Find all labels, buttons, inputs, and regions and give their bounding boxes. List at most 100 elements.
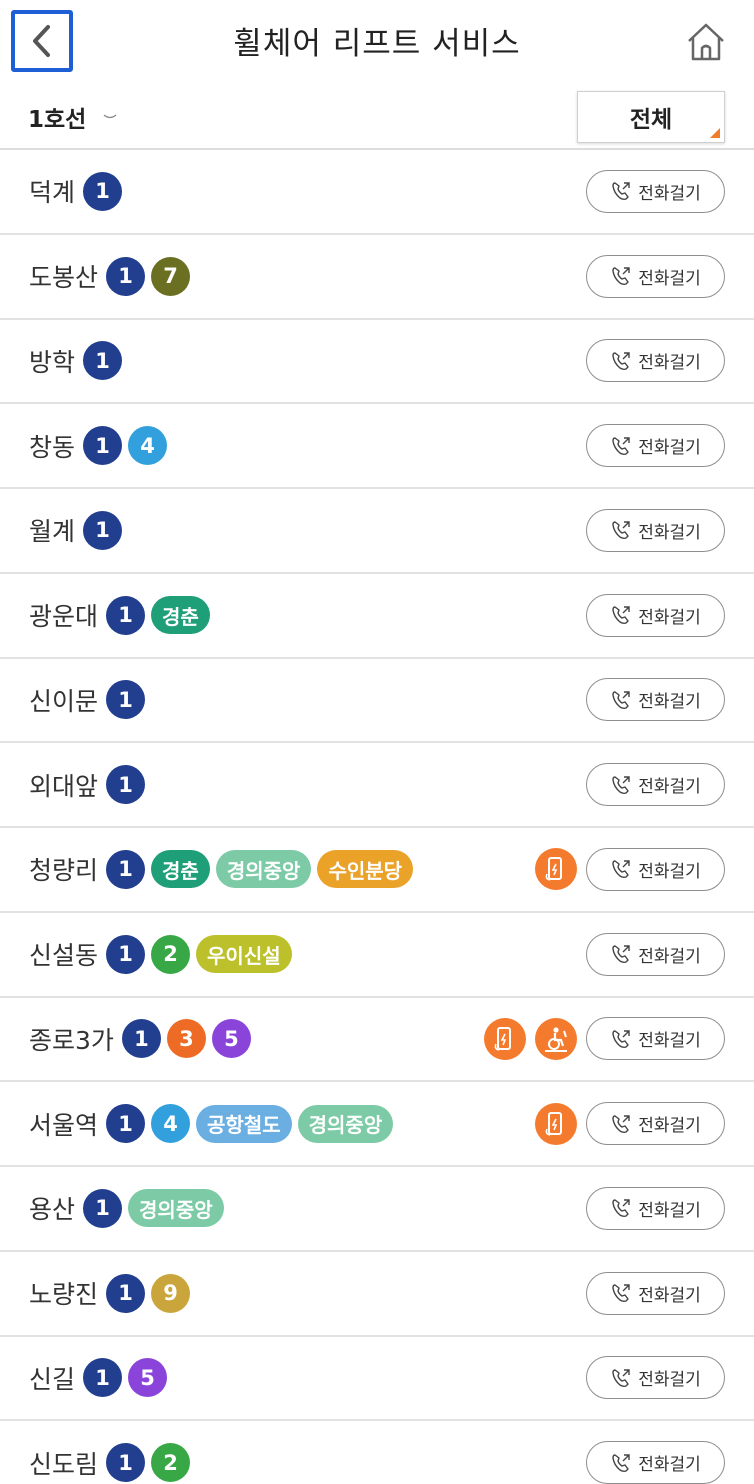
phone-icon — [612, 1199, 630, 1218]
call-button-label: 전화걸기 — [638, 692, 701, 713]
phone-icon — [612, 691, 630, 709]
station-row: 창동 1 4 전화걸기 — [0, 404, 754, 489]
phone-charger-icon — [545, 857, 562, 882]
call-button-label: 전화걸기 — [638, 1200, 701, 1221]
station-name: 신길 — [29, 1364, 76, 1394]
call-button[interactable]: 전화걸기 — [586, 424, 725, 468]
scope-select-dropdown[interactable]: 전체 — [577, 91, 725, 143]
chevron-down-icon — [103, 114, 117, 119]
home-button[interactable] — [684, 20, 728, 64]
line-badge: 1 — [106, 1104, 146, 1144]
call-button-label: 전화걸기 — [638, 1455, 701, 1476]
call-button[interactable]: 전화걸기 — [586, 763, 725, 807]
dropdown-corner-icon — [710, 128, 720, 138]
station-row: 방학 1 전화걸기 — [0, 320, 754, 405]
phone-charger-icon — [494, 1026, 511, 1051]
line-badge: 1 — [106, 934, 146, 974]
station-name: 신도림 — [29, 1449, 99, 1479]
station-actions: 전화걸기 — [535, 828, 725, 911]
call-button[interactable]: 전화걸기 — [586, 932, 725, 976]
call-button[interactable]: 전화걸기 — [586, 847, 725, 891]
line-badge: 1 — [106, 765, 146, 805]
station-row: 서울역 1 4 공항철도 경의중앙 전화걸기 — [0, 1082, 754, 1167]
phone-icon — [612, 352, 630, 370]
station-name: 방학 — [29, 347, 76, 377]
phone-icon — [612, 945, 630, 964]
line-badge: 1 — [106, 849, 146, 889]
page-title: 휠체어 리프트 서비스 — [233, 26, 521, 62]
station-name: 월계 — [29, 517, 76, 547]
station-actions: 전화걸기 — [586, 150, 725, 233]
station-row: 노량진 1 9 전화걸기 — [0, 1252, 754, 1337]
station-actions: 전화걸기 — [586, 1337, 725, 1420]
line-select-dropdown[interactable]: 1호선 — [28, 100, 118, 134]
phone-icon — [612, 606, 630, 625]
call-button[interactable]: 전화걸기 — [586, 593, 725, 637]
call-button[interactable]: 전화걸기 — [586, 169, 725, 213]
station-info: 신길 1 5 — [29, 1337, 173, 1420]
station-actions: 전화걸기 — [586, 1421, 725, 1484]
phone-icon — [612, 521, 630, 540]
filter-bar: 1호선 전체 — [0, 84, 754, 150]
phone-icon — [612, 1284, 630, 1303]
station-row: 월계 1 전화걸기 — [0, 489, 754, 574]
line-badge: 경의중앙 — [297, 1104, 394, 1143]
call-button-label: 전화걸기 — [638, 1285, 701, 1306]
station-name: 신이문 — [29, 686, 99, 716]
station-actions: 전화걸기 — [586, 743, 725, 826]
phone-icon — [612, 860, 630, 879]
station-info: 신설동 1 2 우이신설 — [29, 913, 298, 996]
line-badge: 경춘 — [151, 596, 210, 635]
call-button[interactable]: 전화걸기 — [586, 1271, 725, 1315]
phone-icon — [612, 1453, 630, 1472]
call-button[interactable]: 전화걸기 — [586, 1441, 725, 1484]
wheelchair-lift-icon-badge — [535, 1017, 577, 1060]
station-info: 외대앞 1 — [29, 743, 151, 826]
station-row: 신설동 1 2 우이신설 전화걸기 — [0, 913, 754, 998]
call-button[interactable]: 전화걸기 — [586, 1102, 725, 1146]
line-badge: 1 — [106, 1273, 146, 1313]
station-name: 노량진 — [29, 1280, 99, 1310]
call-button[interactable]: 전화걸기 — [586, 678, 725, 722]
station-info: 신이문 1 — [29, 659, 151, 742]
line-badge: 1 — [83, 171, 123, 211]
call-button[interactable]: 전화걸기 — [586, 1186, 725, 1230]
line-badge: 수인분당 — [317, 850, 414, 889]
phone-charger-icon-badge — [535, 1102, 577, 1145]
station-info: 신도림 1 2 — [29, 1421, 196, 1484]
station-info: 용산 1 경의중앙 — [29, 1167, 230, 1250]
station-info: 월계 1 — [29, 489, 128, 572]
call-button-label: 전화걸기 — [638, 1116, 701, 1137]
call-button[interactable]: 전화걸기 — [586, 254, 725, 298]
station-actions: 전화걸기 — [586, 913, 725, 996]
station-name: 광운대 — [29, 602, 99, 632]
line-badge: 7 — [151, 256, 191, 296]
phone-charger-icon-badge — [535, 848, 577, 891]
station-row: 신이문 1 전화걸기 — [0, 659, 754, 744]
call-button[interactable]: 전화걸기 — [586, 1356, 725, 1400]
scope-select-label: 전체 — [629, 107, 673, 133]
line-badge: 1 — [106, 595, 146, 635]
call-button-label: 전화걸기 — [638, 268, 701, 289]
line-badge: 3 — [166, 1019, 206, 1059]
call-button-label: 전화걸기 — [638, 522, 701, 543]
station-row: 광운대 1 경춘 전화걸기 — [0, 574, 754, 659]
station-actions: 전화걸기 — [586, 574, 725, 657]
line-badge: 1 — [106, 256, 146, 296]
station-actions: 전화걸기 — [484, 998, 725, 1081]
line-badge: 4 — [128, 426, 168, 466]
station-info: 덕계 1 — [29, 150, 128, 233]
station-name: 용산 — [29, 1195, 76, 1225]
line-badge: 1 — [83, 1188, 123, 1228]
call-button[interactable]: 전화걸기 — [586, 339, 725, 383]
call-button[interactable]: 전화걸기 — [586, 508, 725, 552]
phone-icon — [612, 267, 630, 286]
station-name: 서울역 — [29, 1110, 99, 1140]
line-badge: 1 — [121, 1019, 161, 1059]
call-button[interactable]: 전화걸기 — [586, 1017, 725, 1061]
station-name: 창동 — [29, 432, 76, 462]
station-row: 종로3가 1 3 5 전화걸기 — [0, 998, 754, 1083]
station-info: 노량진 1 9 — [29, 1252, 196, 1335]
station-info: 광운대 1 경춘 — [29, 574, 216, 657]
station-info: 도봉산 1 7 — [29, 235, 196, 318]
